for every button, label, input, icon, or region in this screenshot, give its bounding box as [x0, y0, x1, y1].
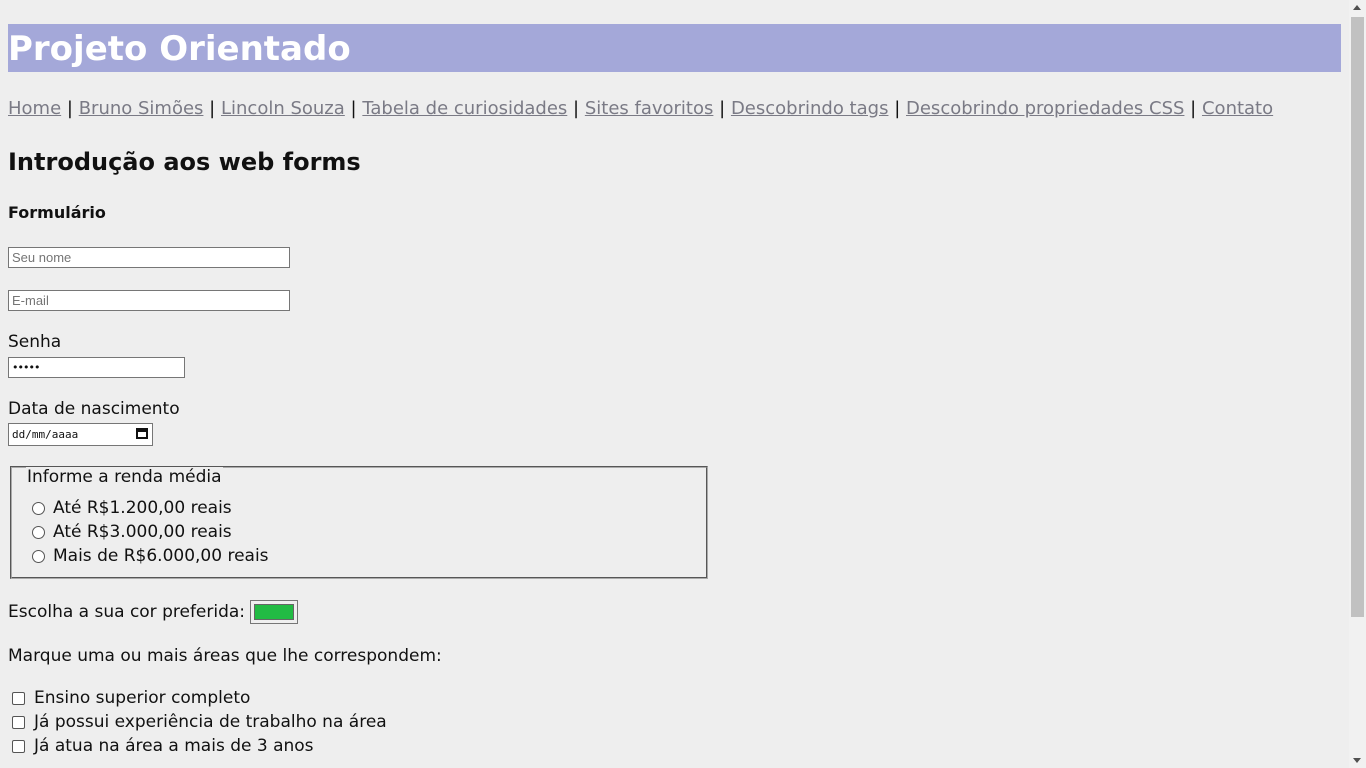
nav-separator: |	[350, 98, 357, 119]
birth-date-placeholder: dd/mm/aaaa	[12, 428, 79, 441]
area-label: Já atua na área a mais de 3 anos	[34, 736, 314, 756]
nav-separator: |	[719, 98, 726, 119]
section-title: Introdução aos web forms	[8, 148, 361, 176]
income-option-label: Mais de R$6.000,00 reais	[53, 546, 269, 566]
nav-bar: Home | Bruno Simões | Lincoln Souza | Ta…	[8, 97, 1273, 121]
scrollbar-thumb[interactable]	[1351, 17, 1364, 617]
password-label: Senha	[8, 332, 62, 352]
nav-link-descobrindo-tags[interactable]: Descobrindo tags	[731, 98, 889, 119]
area-label: Já possui experiência de trabalho na áre…	[34, 712, 387, 732]
nav-separator: |	[573, 98, 580, 119]
radio-button[interactable]	[32, 549, 45, 563]
color-label: Escolha a sua cor preferida:	[8, 602, 246, 622]
checkbox[interactable]	[12, 739, 25, 753]
scroll-up-arrow-icon[interactable]	[1353, 5, 1361, 10]
nav-link-contato[interactable]: Contato	[1202, 98, 1273, 119]
nav-separator: |	[894, 98, 901, 119]
area-checkbox-3[interactable]: Já atua na área a mais de 3 anos	[12, 736, 314, 756]
area-checkbox-2[interactable]: Já possui experiência de trabalho na áre…	[12, 712, 387, 732]
areas-label: Marque uma ou mais áreas que lhe corresp…	[8, 646, 442, 666]
income-option-label: Até R$3.000,00 reais	[53, 522, 232, 542]
income-option-label: Até R$1.200,00 reais	[53, 498, 232, 518]
income-legend: Informe a renda média	[26, 467, 223, 487]
vertical-scrollbar[interactable]	[1349, 0, 1366, 768]
nav-separator: |	[1190, 98, 1197, 119]
nav-link-tabela-curiosidades[interactable]: Tabela de curiosidades	[362, 98, 567, 119]
nav-link-bruno-simoes[interactable]: Bruno Simões	[79, 98, 204, 119]
nav-separator: |	[66, 98, 73, 119]
birth-date-label: Data de nascimento	[8, 399, 180, 419]
color-picker[interactable]	[250, 600, 299, 624]
nav-link-descobrindo-css[interactable]: Descobrindo propriedades CSS	[906, 98, 1184, 119]
nav-link-home[interactable]: Home	[8, 98, 61, 119]
income-option-3[interactable]: Mais de R$6.000,00 reais	[32, 546, 269, 566]
income-option-1[interactable]: Até R$1.200,00 reais	[32, 498, 232, 518]
password-field[interactable]: •••••	[8, 357, 185, 378]
area-label: Ensino superior completo	[34, 688, 251, 708]
form-title: Formulário	[8, 203, 106, 222]
nav-separator: |	[209, 98, 216, 119]
nav-link-sites-favoritos[interactable]: Sites favoritos	[585, 98, 714, 119]
checkbox[interactable]	[12, 691, 25, 705]
area-checkbox-1[interactable]: Ensino superior completo	[12, 688, 250, 708]
radio-button[interactable]	[32, 525, 45, 539]
color-row: Escolha a sua cor preferida:	[8, 598, 299, 626]
scroll-down-arrow-icon[interactable]	[1353, 758, 1361, 763]
radio-button[interactable]	[32, 501, 45, 515]
color-swatch	[254, 604, 295, 620]
calendar-icon[interactable]	[136, 428, 148, 439]
birth-date-field[interactable]: dd/mm/aaaa	[8, 423, 153, 446]
site-title: Projeto Orientado	[8, 24, 1341, 72]
nav-link-lincoln-souza[interactable]: Lincoln Souza	[221, 98, 345, 119]
checkbox[interactable]	[12, 715, 25, 729]
email-input[interactable]	[8, 290, 290, 311]
income-option-2[interactable]: Até R$3.000,00 reais	[32, 522, 232, 542]
name-input[interactable]	[8, 247, 290, 268]
